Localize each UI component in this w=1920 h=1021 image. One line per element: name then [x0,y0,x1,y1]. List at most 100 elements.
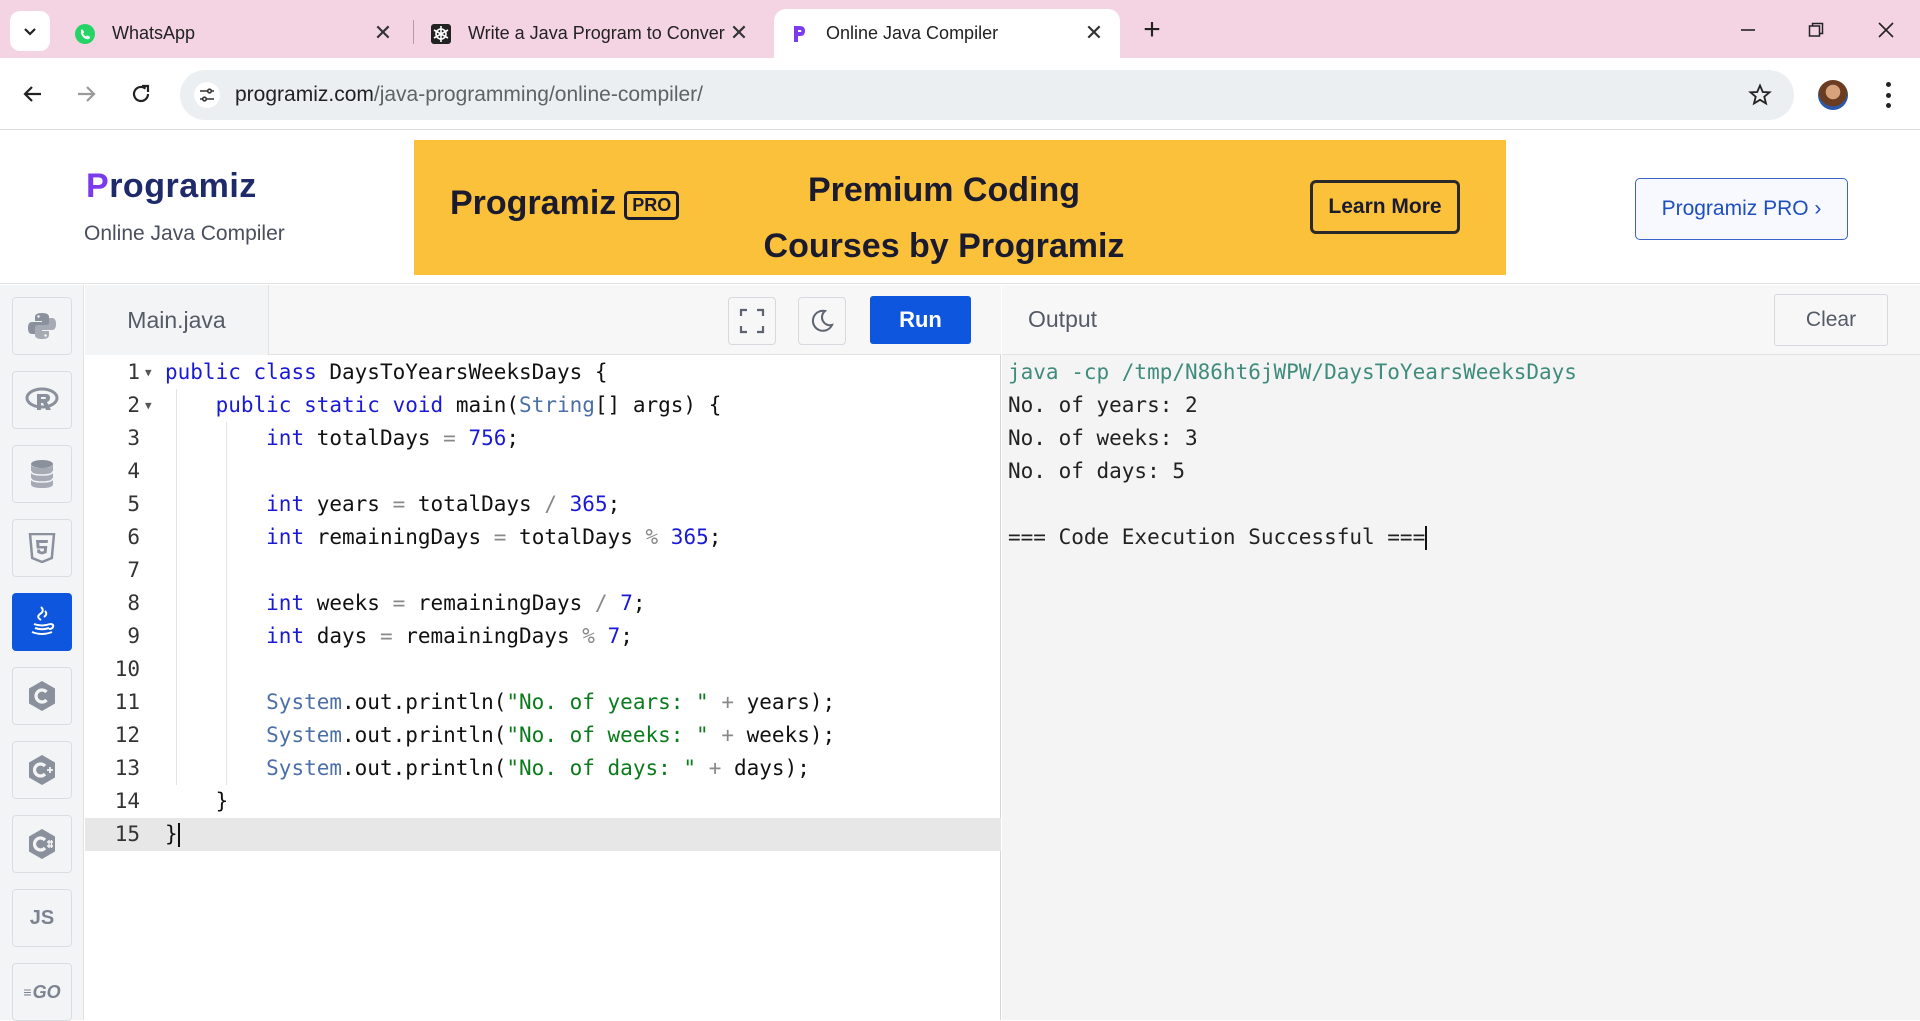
indent-guide [176,389,177,785]
programiz-icon [788,23,810,45]
line-number: 5 [127,492,140,516]
reload-icon [132,84,150,103]
compiler-subtitle: Online Java Compiler [84,222,285,245]
tab-chatgpt[interactable]: Write a Java Program to Conver ✕ [420,9,765,58]
code-line[interactable]: 11 System.out.println("No. of years: " +… [85,686,1001,719]
go-label: GO [32,981,61,1002]
close-icon[interactable]: ✕ [727,20,751,45]
url-path: /java-programming/online-compiler/ [373,83,704,106]
new-tab-button[interactable]: + [1136,13,1168,46]
cpp-language-button[interactable] [12,741,72,799]
code-line[interactable]: 7 [85,554,1001,587]
csharp-language-button[interactable] [12,815,72,873]
code-text: int weeks = remainingDays / 7; [266,591,646,615]
fold-arrow-icon[interactable]: ▼ [145,389,152,422]
r-language-button[interactable] [12,371,72,429]
code-area[interactable]: 1 ▼ public class DaysToYearsWeeksDays {2 ▼ … [85,356,1001,851]
tab-online-java-compiler[interactable]: Online Java Compiler ✕ [774,9,1120,58]
csharp-icon [29,829,55,859]
whatsapp-icon [74,23,96,45]
code-line[interactable]: 12 System.out.println("No. of weeks: " +… [85,719,1001,752]
line-number: 12 [114,723,140,747]
sql-language-button[interactable] [12,445,72,503]
banner-pro-badge: PRO [624,190,680,220]
fold-arrow-icon[interactable]: ▼ [145,356,152,389]
code-line[interactable]: 4 [85,455,1001,488]
go-icon: ≡ [23,984,32,1000]
code-line[interactable]: 10 [85,653,1001,686]
code-line[interactable]: 9 int days = remainingDays % 7; [85,620,1001,653]
run-button[interactable]: Run [870,296,971,344]
code-text: int remainingDays = totalDays % 365; [266,525,722,549]
line-number: 3 [127,426,140,450]
code-line[interactable]: 15} [85,818,1001,851]
close-icon[interactable]: ✕ [1082,20,1106,45]
output-toolbar: Output Clear [1002,285,1920,355]
java-icon [31,606,55,635]
url-text[interactable]: programiz.com/java-programming/online-co… [235,83,703,107]
line-number: 15 [114,822,140,846]
line-number: 11 [114,690,140,714]
code-text: System.out.println("No. of weeks: " + we… [266,723,836,747]
profile-avatar[interactable] [1818,80,1848,110]
browser-menu-button[interactable] [1876,82,1900,108]
reload-button[interactable] [123,76,159,112]
learn-more-button[interactable]: Learn More [1310,180,1460,234]
code-line[interactable]: 6 int remainingDays = totalDays % 365; [85,521,1001,554]
restore-button[interactable] [1796,10,1836,50]
promo-banner[interactable]: Programiz PRO Premium Coding Courses by P… [414,140,1506,275]
arrow-left-icon [23,86,41,102]
logo-mark: P [86,167,110,205]
file-tab-main-java[interactable]: Main.java [85,285,269,355]
browser-toolbar: programiz.com/java-programming/online-co… [0,58,1920,130]
code-line[interactable]: 14 } [85,785,1001,818]
close-window-button[interactable] [1866,10,1906,50]
line-number: 2 [127,393,140,417]
code-editor-panel: Main.java Run 1 ▼ public class DaysToYears… [85,285,1001,1020]
bookmark-star-icon[interactable] [1746,81,1774,109]
forward-button[interactable] [68,76,104,112]
editor-toolbar: Main.java Run [85,285,1001,355]
java-language-button[interactable] [12,593,72,651]
close-icon [1878,22,1894,38]
python-language-button[interactable] [12,297,72,355]
tab-title: WhatsApp [112,23,196,43]
programiz-pro-button[interactable]: Programiz PRO › [1635,178,1848,240]
chatgpt-icon [430,23,452,45]
tab-whatsapp[interactable]: WhatsApp ✕ [64,9,409,58]
clear-output-button[interactable]: Clear [1774,294,1888,346]
moon-icon [811,309,834,332]
close-icon[interactable]: ✕ [371,20,395,45]
code-line[interactable]: 2 ▼ public static void main(String[] args… [85,389,1001,422]
dark-mode-toggle[interactable] [798,297,846,345]
banner-headline: Premium Coding Courses by Programiz [714,162,1174,274]
python-icon [28,313,56,339]
c-language-button[interactable] [12,667,72,725]
code-text: public static void main(String[] args) { [215,393,722,417]
output-console[interactable]: java -cp /tmp/N86ht6jWPW/DaysToYearsWeek… [1008,356,1577,554]
address-bar[interactable]: programiz.com/java-programming/online-co… [180,70,1794,120]
code-line[interactable]: 1 ▼ public class DaysToYearsWeeksDays { [85,356,1001,389]
minimize-button[interactable] [1728,10,1768,50]
go-language-button[interactable]: ≡ GO [12,963,72,1021]
code-line[interactable]: 8 int weeks = remainingDays / 7; [85,587,1001,620]
programiz-logo[interactable]: Programiz [86,167,257,206]
output-line: No. of weeks: 3 [1008,426,1198,450]
site-settings-icon[interactable] [194,82,220,108]
cpp-icon [29,755,55,785]
browser-tab-strip: WhatsApp ✕ Write a Java Program to Conve… [0,0,1920,58]
fullscreen-button[interactable] [728,297,776,345]
chevron-down-icon [24,28,36,36]
code-line[interactable]: 5 int years = totalDays / 365; [85,488,1001,521]
banner-headline-line: Premium Coding [807,171,1081,209]
output-title: Output [1028,306,1098,332]
javascript-language-button[interactable]: JS [12,889,72,947]
html-language-button[interactable] [12,519,72,577]
code-line[interactable]: 13 System.out.println("No. of days: " + … [85,752,1001,785]
banner-headline-line: Courses by Programiz [763,227,1125,265]
back-button[interactable] [15,76,51,112]
tab-search-button[interactable] [10,11,50,51]
banner-logo: Programiz PRO [450,184,680,223]
code-line[interactable]: 3 int totalDays = 756; [85,422,1001,455]
line-number: 13 [114,756,140,780]
